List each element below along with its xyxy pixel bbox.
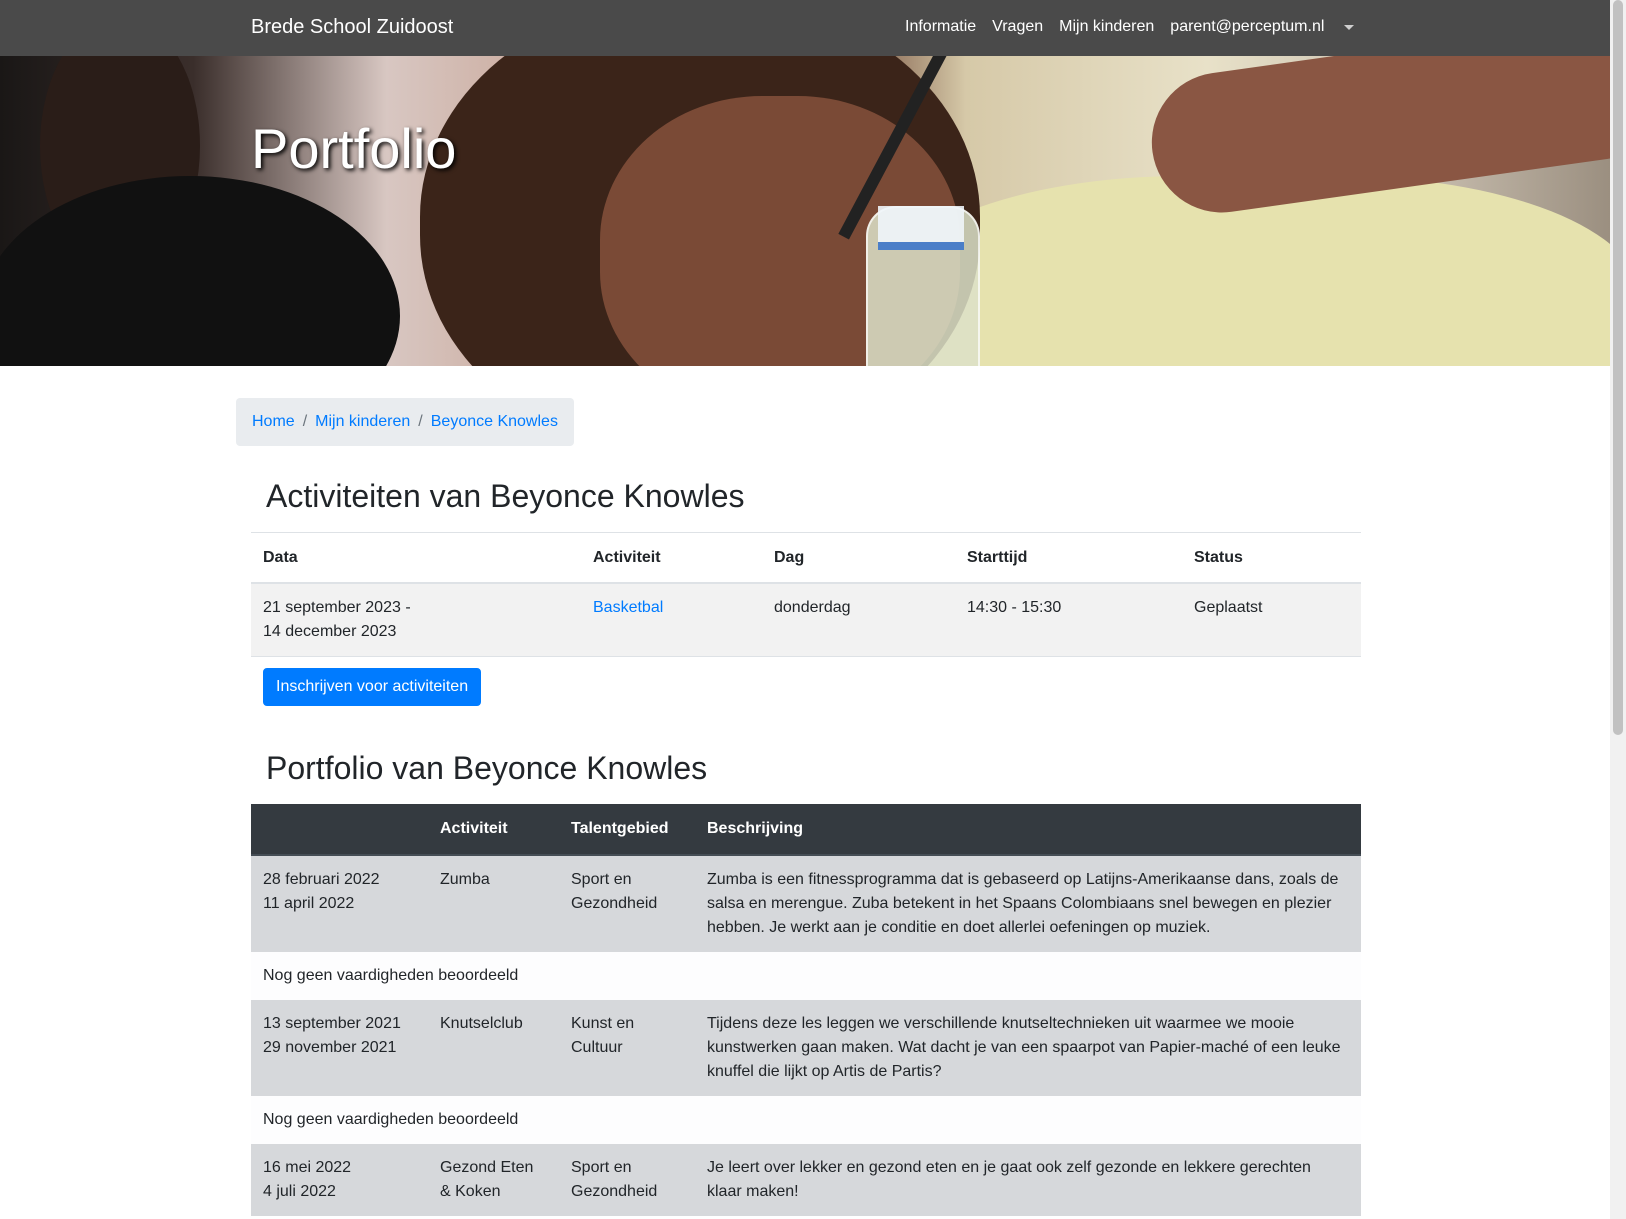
date-cell: 16 mei 2022 4 juli 2022 — [251, 1144, 428, 1216]
column-header: Data — [251, 532, 581, 584]
status-cell: Geplaatst — [1182, 582, 1361, 657]
date-start: 16 mei 2022 — [263, 1159, 352, 1176]
table-header-row: Activiteit Talentgebied Beschrijving — [251, 804, 1361, 856]
time-cell: 14:30 - 15:30 — [955, 582, 1182, 657]
talent-cell: Sport en Gezondheid — [559, 855, 695, 952]
column-header: Status — [1182, 532, 1361, 584]
breadcrumb-home[interactable]: Home — [252, 413, 295, 431]
column-header: Talentgebied — [559, 804, 695, 856]
date-start: 28 februari 2022 — [263, 871, 380, 888]
breadcrumb: Home / Mijn kinderen / Beyonce Knowles — [236, 398, 574, 446]
activity-cell: Knutselclub — [428, 1000, 559, 1096]
brand-link[interactable]: Brede School Zuidoost — [251, 16, 453, 39]
activity-cell: Zumba — [428, 855, 559, 952]
nav-link-mijn-kinderen[interactable]: Mijn kinderen — [1059, 18, 1154, 36]
date-start: 21 september 2023 - — [263, 599, 411, 616]
enroll-activities-button[interactable]: Inschrijven voor activiteiten — [263, 668, 482, 706]
breadcrumb-separator: / — [302, 413, 308, 430]
top-navbar: Brede School Zuidoost Informatie Vragen … — [0, 0, 1610, 56]
date-cell: 28 februari 2022 11 april 2022 — [251, 855, 428, 952]
activities-table: Data Activiteit Dag Starttijd Status 21 … — [251, 532, 1361, 657]
column-header: Starttijd — [955, 532, 1182, 584]
portfolio-item-row: 16 mei 2022 4 juli 2022 Gezond Eten & Ko… — [251, 1144, 1361, 1216]
nav-link-vragen[interactable]: Vragen — [992, 18, 1043, 36]
talent-cell: Sport en Gezondheid — [559, 1144, 695, 1216]
date-end: 11 april 2022 — [263, 895, 355, 912]
bottle-cap-image — [878, 206, 964, 250]
breadcrumb-mijn-kinderen[interactable]: Mijn kinderen — [315, 413, 410, 431]
date-end: 29 november 2021 — [263, 1039, 397, 1056]
talent-line: Gezondheid — [571, 895, 658, 912]
date-cell: 21 september 2023 - 14 december 2023 — [251, 582, 581, 657]
portfolio-item-row: 28 februari 2022 11 april 2022 Zumba Spo… — [251, 855, 1361, 952]
column-header — [251, 804, 428, 856]
breadcrumb-child[interactable]: Beyonce Knowles — [431, 413, 558, 431]
activity-line: & Koken — [440, 1183, 501, 1200]
date-cell: 13 september 2021 29 november 2021 — [251, 1000, 428, 1096]
column-header: Dag — [762, 532, 955, 584]
column-header: Beschrijving — [695, 804, 1361, 856]
user-email-dropdown[interactable]: parent@perceptum.nl — [1170, 18, 1324, 36]
activity-link[interactable]: Basketbal — [593, 599, 663, 616]
activities-heading: Activiteiten van Beyonce Knowles — [266, 478, 745, 514]
talent-line: Gezondheid — [571, 1183, 658, 1200]
portfolio-item-row: 13 september 2021 29 november 2021 Knuts… — [251, 1000, 1361, 1096]
talent-line: Kunst en — [571, 1015, 635, 1032]
skills-note: Nog geen vaardigheden beoordeeld — [251, 1096, 1361, 1144]
date-end: 4 juli 2022 — [263, 1183, 336, 1200]
portfolio-table: Activiteit Talentgebied Beschrijving 28 … — [251, 804, 1361, 1216]
talent-line: Sport en — [571, 871, 632, 888]
activity-line: Gezond Eten — [440, 1159, 534, 1176]
page-title: Portfolio — [251, 117, 457, 180]
description-cell: Zumba is een fitnessprogramma dat is geb… — [695, 855, 1361, 952]
description-cell: Je leert over lekker en gezond eten en j… — [695, 1144, 1361, 1216]
breadcrumb-separator: / — [418, 413, 423, 430]
column-header: Activiteit — [581, 532, 762, 584]
skills-note: Nog geen vaardigheden beoordeeld — [251, 952, 1361, 1000]
skills-note-row: Nog geen vaardigheden beoordeeld — [251, 1096, 1361, 1144]
table-row: 21 september 2023 - 14 december 2023 Bas… — [251, 582, 1361, 657]
hero-banner: Portfolio — [0, 56, 1610, 366]
skills-note-row: Nog geen vaardigheden beoordeeld — [251, 952, 1361, 1000]
activity-cell: Gezond Eten & Koken — [428, 1144, 559, 1216]
talent-line: Sport en — [571, 1159, 632, 1176]
talent-cell: Kunst en Cultuur — [559, 1000, 695, 1096]
activity-cell: Basketbal — [581, 582, 762, 657]
day-cell: donderdag — [762, 582, 955, 657]
nav-link-informatie[interactable]: Informatie — [905, 18, 976, 36]
date-end: 14 december 2023 — [263, 623, 397, 640]
chevron-down-icon[interactable] — [1344, 25, 1354, 30]
scrollbar-thumb[interactable] — [1613, 0, 1623, 735]
date-start: 13 september 2021 — [263, 1015, 401, 1032]
table-header-row: Data Activiteit Dag Starttijd Status — [251, 532, 1361, 584]
column-header: Activiteit — [428, 804, 559, 856]
talent-line: Cultuur — [571, 1039, 623, 1056]
portfolio-heading: Portfolio van Beyonce Knowles — [266, 750, 708, 786]
vertical-scrollbar[interactable] — [1610, 0, 1626, 1219]
nav-menu: Informatie Vragen Mijn kinderen parent@p… — [905, 18, 1340, 36]
description-cell: Tijdens deze les leggen we verschillende… — [695, 1000, 1361, 1096]
